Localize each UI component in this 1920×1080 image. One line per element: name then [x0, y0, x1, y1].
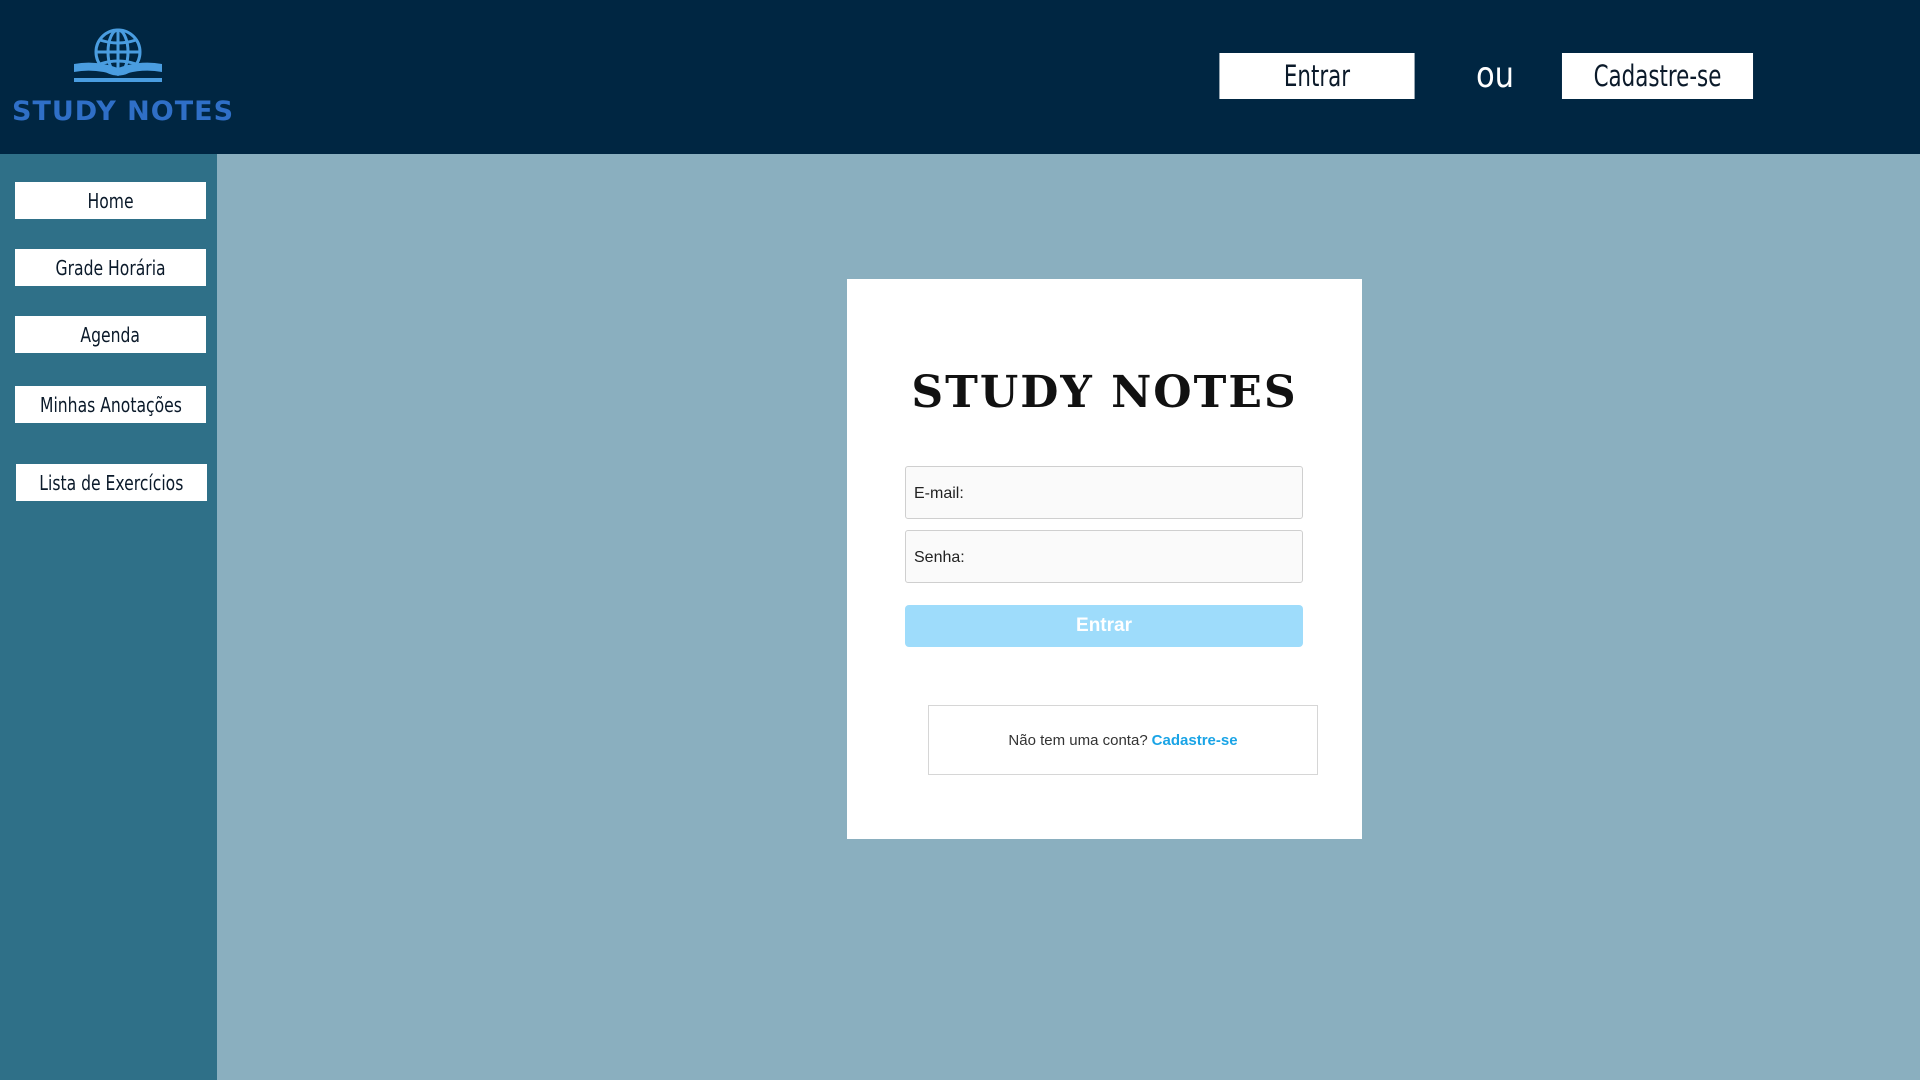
sidebar-item-label: Home	[87, 188, 134, 213]
signup-prompt: Não tem uma conta? Cadastre-se	[928, 705, 1318, 775]
password-field[interactable]: Senha:	[905, 530, 1303, 583]
sidebar-item-label: Grade Horária	[55, 255, 166, 280]
sidebar-item-label: Agenda	[80, 322, 141, 347]
or-separator: ou	[1475, 54, 1515, 96]
globe-book-icon	[74, 28, 162, 82]
sidebar-item-lista-de-exercicios[interactable]: Lista de Exercícios	[16, 464, 207, 501]
email-input[interactable]	[976, 475, 1298, 513]
top-header: STUDY NOTES Entrar ou Cadastre-se	[0, 0, 1920, 154]
signup-button[interactable]: Cadastre-se	[1561, 53, 1754, 99]
sidebar-item-grade-horaria[interactable]: Grade Horária	[15, 249, 206, 286]
no-account-text: Não tem uma conta?	[1008, 731, 1148, 749]
password-input[interactable]	[976, 539, 1298, 577]
sidebar-item-label: Minhas Anotações	[39, 392, 182, 417]
sidebar-item-label: Lista de Exercícios	[39, 470, 184, 495]
sidebar: Home Grade Horária Agenda Minhas Anotaçõ…	[0, 154, 217, 1080]
email-label: E-mail:	[914, 485, 964, 502]
sidebar-item-minhas-anotacoes[interactable]: Minhas Anotações	[15, 386, 206, 423]
signup-link[interactable]: Cadastre-se	[1152, 732, 1238, 749]
study-notes-logo[interactable]: STUDY NOTES	[12, 28, 244, 132]
login-button[interactable]: Entrar	[1219, 53, 1415, 99]
password-label: Senha:	[914, 549, 965, 566]
card-title: STUDY NOTES	[911, 367, 1298, 418]
sidebar-item-home[interactable]: Home	[15, 182, 206, 219]
sidebar-item-agenda[interactable]: Agenda	[15, 316, 206, 353]
email-field[interactable]: E-mail:	[905, 466, 1303, 519]
logo-text: STUDY NOTES	[12, 96, 235, 127]
submit-login-button[interactable]: Entrar	[905, 605, 1303, 647]
login-card: STUDY NOTES E-mail: Senha: Entrar Não te…	[847, 279, 1362, 839]
